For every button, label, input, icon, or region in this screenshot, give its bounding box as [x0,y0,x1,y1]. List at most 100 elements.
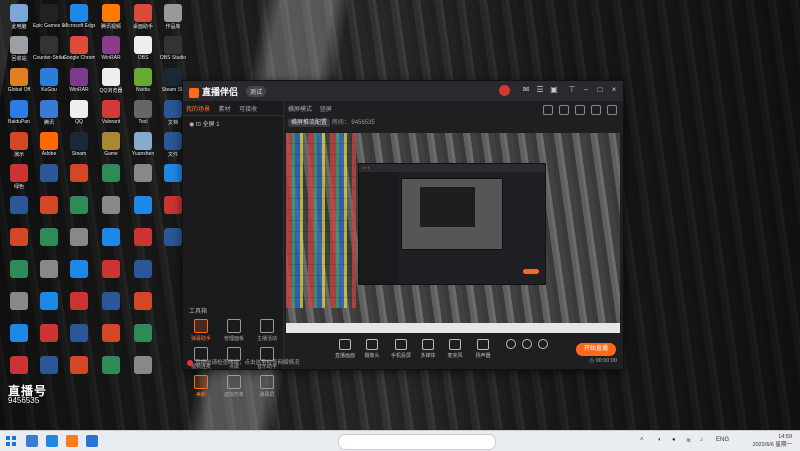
desktop-icon[interactable] [95,324,127,342]
toolbox-item[interactable]: 弹幕助手 [185,319,217,342]
start-live-button[interactable]: 开始直播 [576,343,616,356]
toolbox-item[interactable]: 管理面板 [218,319,250,342]
desktop-icon[interactable]: 腾讯视频 [95,4,127,30]
desktop-icon[interactable]: Steam [63,132,95,157]
desktop-icon[interactable]: Valorant [95,100,127,125]
desktop-icon[interactable]: QQ浏览器 [95,68,127,94]
mail-icon[interactable]: ✉ [521,85,531,95]
desktop-icon[interactable]: Tool [127,100,159,125]
desktop-icon[interactable]: WinRAR [95,36,127,61]
desktop-icon[interactable]: WinRAR [63,68,95,93]
minimize-button[interactable]: – [581,85,591,95]
desktop-icon[interactable] [127,356,159,374]
streaming-app-taskbar-icon[interactable] [66,435,78,447]
edge-icon[interactable] [46,435,58,447]
desktop-icon[interactable] [63,324,95,342]
desktop-icon[interactable] [3,260,35,278]
tab-scenes[interactable]: 我的场景 [183,101,213,116]
menu-icon[interactable]: ☰ [535,85,545,95]
tray-language[interactable]: ENG [716,437,729,443]
desktop-icon[interactable]: Counter-Strike [33,36,65,61]
desktop-icon[interactable] [95,292,127,310]
toolbox-item[interactable]: 主播活动 [251,319,283,342]
desktop-icon[interactable]: Adobe [33,132,65,157]
desktop-icon[interactable] [3,324,35,342]
toolbox-item[interactable]: 虚拟形象 [218,375,250,398]
tray-wifi-icon[interactable]: ≋ [686,437,691,444]
toolbox-item[interactable]: 美颜 [185,375,217,398]
close-button[interactable]: × [609,85,619,95]
desktop-icon[interactable]: OBS [127,36,159,61]
user-avatar[interactable] [499,85,510,96]
gift-icon[interactable] [543,105,553,115]
desktop-icon[interactable] [63,228,95,246]
desktop-icon[interactable] [95,260,127,278]
desktop-icon[interactable] [33,228,65,246]
network-warning[interactable]: 直播前请检查网络，点击这里检查网络情况 [187,358,300,366]
desktop-icon[interactable] [95,164,127,182]
pin-icon[interactable]: ⊤ [567,85,577,95]
desktop-icon[interactable] [127,228,159,246]
desktop-icon[interactable] [127,164,159,182]
desktop-icon[interactable] [33,292,65,310]
eye-icon[interactable] [520,339,534,349]
desktop-icon[interactable]: 此电脑 [3,4,35,30]
tray-network-icon[interactable]: ◐ [658,437,662,443]
desktop-icon[interactable]: 腾讯 [33,100,65,126]
desktop-icon[interactable]: Epic Games Launcher [33,4,65,29]
desktop-icon[interactable] [127,260,159,278]
settings-icon[interactable] [536,339,550,349]
windows-start-icon[interactable] [6,436,16,446]
desktop-icon[interactable]: 桌面助手 [127,4,159,30]
tray-app-icon[interactable]: ● [672,437,676,443]
app-badge[interactable]: 测试 [246,86,267,97]
desktop-icon[interactable] [95,196,127,214]
desktop-icon[interactable] [63,292,95,310]
desktop-icon[interactable]: KuGou [33,68,65,93]
desktop-icon[interactable] [33,164,65,182]
tab-portrait[interactable]: 竖屏 [320,107,332,113]
desktop-icon[interactable] [127,292,159,310]
skin-icon[interactable]: ▣ [549,85,559,95]
desktop-icon[interactable] [63,164,95,182]
cloud-app-icon[interactable] [86,435,98,447]
desktop-icon[interactable]: 作品库 [157,4,189,30]
desktop-icon[interactable] [127,324,159,342]
desktop-icon[interactable]: Yuanshen [127,132,159,157]
desktop-icon[interactable] [3,164,35,182]
desktop-icon[interactable]: Nvidia [127,68,159,93]
desktop-icon[interactable]: 回收站 [3,36,35,62]
desktop-icon[interactable] [63,196,95,214]
desktop-icon[interactable] [33,260,65,278]
desktop-icon[interactable] [33,196,65,214]
desktop-icon[interactable]: OBS Studio [157,36,189,61]
tab-materials[interactable]: 素材 [216,101,234,116]
camera-toggle-icon[interactable] [504,339,518,349]
lock-icon[interactable] [559,105,569,115]
live-preview-canvas[interactable]: ▪ ▪ ▪ [286,133,620,333]
toolbox-item[interactable]: 弹幕屏 [251,375,283,398]
desktop-icon[interactable] [127,196,159,214]
desktop-icon[interactable] [33,324,65,342]
tray-volume-icon[interactable]: ♪ [700,437,703,443]
desktop-icon[interactable] [3,196,35,214]
desktop-icon[interactable] [95,228,127,246]
desktop-icon[interactable] [63,260,95,278]
desktop-icon[interactable]: Google Chrome [63,36,95,61]
tab-landscape[interactable]: 横屏模式 [288,107,312,113]
desktop-icon[interactable]: BaiduPan [3,100,35,125]
tray-clock[interactable]: 14:59 2022/6/6 星期一 [753,433,792,449]
task-view-icon[interactable] [26,435,38,447]
desktop-icon[interactable] [3,292,35,310]
desktop-icon[interactable] [95,356,127,374]
share-icon[interactable] [607,105,617,115]
desktop-icon[interactable] [3,356,35,374]
desktop-icon[interactable] [63,356,95,374]
desktop-icon[interactable]: Microsoft Edge [63,4,95,29]
desktop-icon[interactable] [33,356,65,374]
desktop-icon[interactable]: Global Off [3,68,35,93]
desktop-icon[interactable]: QQ [63,100,95,125]
maximize-button[interactable]: □ [595,85,605,95]
scene-item[interactable]: ◉ ⊡ 全屏 1 [183,116,283,131]
grid-icon[interactable] [575,105,585,115]
